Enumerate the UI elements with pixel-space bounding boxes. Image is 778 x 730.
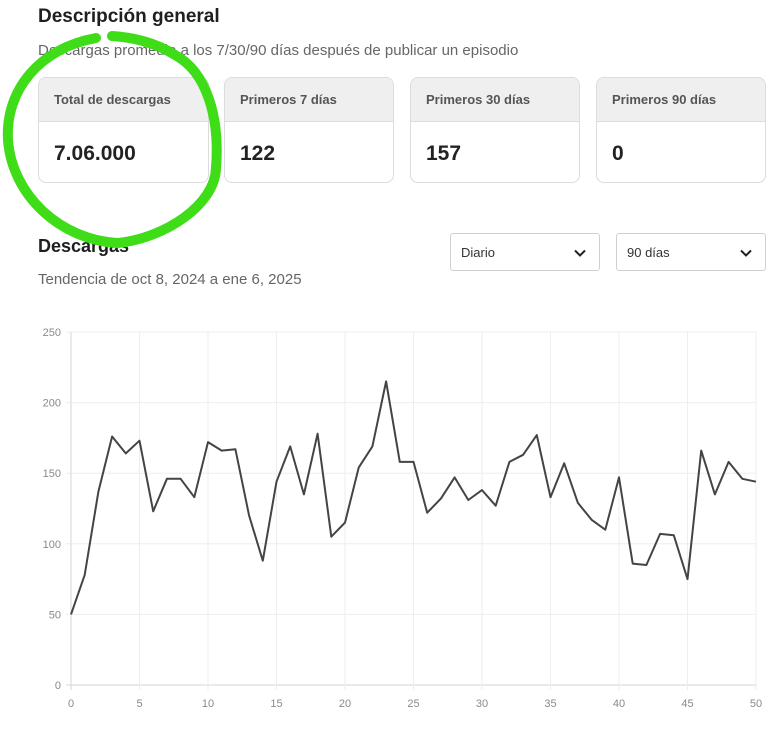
downloads-title: Descargas: [38, 236, 130, 256]
x-tick-label: 45: [681, 698, 693, 710]
y-tick-label: 0: [55, 680, 61, 692]
stat-card-value: 122: [240, 142, 276, 165]
interval-select[interactable]: Diario: [450, 233, 600, 271]
stat-card-label: Primeros 30 días: [411, 78, 579, 122]
overview-title: Descripción general: [38, 6, 220, 27]
downloads-chart: 0 50 100 150 200 250 0 5 10 15 20 25 30 35 40 45 50: [43, 327, 762, 710]
stat-card-label: Total de descargas: [39, 78, 208, 122]
interval-select-value: Diario: [461, 244, 495, 260]
y-tick-label: 50: [49, 609, 61, 621]
downloads-subtitle: Tendencia de oct 8, 2024 a ene 6, 2025: [38, 271, 302, 288]
stat-card-value: 7.06.000: [54, 142, 136, 165]
range-select-value: 90 días: [627, 244, 670, 260]
overview-subtitle: Descargas promedio a los 7/30/90 días de…: [38, 42, 519, 59]
x-tick-label: 50: [750, 698, 762, 710]
stat-card-label: Primeros 90 días: [597, 78, 765, 122]
stat-card-90-days: Primeros 90 días 0: [596, 77, 766, 183]
stat-card-total: Total de descargas 7.06.000: [38, 77, 209, 183]
x-tick-label: 30: [476, 698, 488, 710]
range-select[interactable]: 90 días: [616, 233, 766, 271]
x-tick-label: 35: [544, 698, 556, 710]
x-tick-label: 10: [202, 698, 214, 710]
y-tick-label: 150: [43, 468, 61, 480]
stat-card-value: 0: [612, 142, 624, 165]
y-tick-label: 100: [43, 539, 61, 551]
stat-card-30-days: Primeros 30 días 157: [410, 77, 580, 183]
x-tick-label: 15: [270, 698, 282, 710]
x-tick-label: 20: [339, 698, 351, 710]
y-tick-label: 200: [43, 398, 61, 410]
chevron-down-icon: [740, 249, 752, 257]
x-tick-label: 0: [68, 698, 74, 710]
stat-card-value: 157: [426, 142, 462, 165]
stat-card-label: Primeros 7 días: [225, 78, 393, 122]
x-tick-label: 5: [136, 698, 142, 710]
x-tick-label: 40: [613, 698, 625, 710]
stat-card-7-days: Primeros 7 días 122: [224, 77, 394, 183]
chevron-down-icon: [574, 249, 586, 257]
y-tick-label: 250: [43, 327, 61, 339]
x-tick-label: 25: [407, 698, 419, 710]
